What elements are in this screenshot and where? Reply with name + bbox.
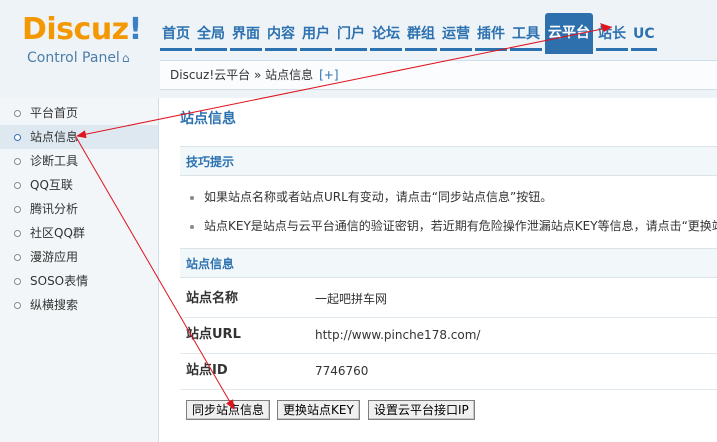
- info-label: 站点URL: [186, 327, 241, 342]
- bullet-icon: [190, 224, 194, 229]
- logo-text: Discuz: [22, 12, 129, 47]
- sidebar-item-label: 站点信息: [30, 130, 79, 144]
- sidebar-item-label: SOSO表情: [30, 274, 89, 288]
- site-info-header: 站点信息: [180, 248, 717, 278]
- info-label: 站点ID: [186, 363, 228, 378]
- nav-forum[interactable]: 论坛: [370, 21, 402, 51]
- nav-user[interactable]: 用户: [300, 21, 332, 51]
- nav-plugin[interactable]: 插件: [475, 21, 507, 51]
- bullet-icon: [14, 302, 21, 309]
- tips-header: 技巧提示: [180, 146, 717, 176]
- bullet-icon: [14, 278, 21, 285]
- info-value: http://www.pinche178.com/: [315, 328, 481, 342]
- set-api-ip-button[interactable]: 设置云平台接口IP: [368, 400, 475, 420]
- sidebar-item-label: QQ互联: [30, 178, 73, 192]
- logo[interactable]: Discuz!: [22, 12, 142, 47]
- sidebar-item-label: 漫游应用: [30, 250, 79, 264]
- tip-text: 站点KEY是站点与云平台通信的验证密钥，若近期有危险操作泄漏站点KEY等信息，请…: [204, 219, 717, 233]
- sidebar-item-label: 社区QQ群: [30, 226, 85, 240]
- bullet-icon: [14, 110, 21, 117]
- info-label: 站点名称: [186, 291, 239, 306]
- breadcrumb: Discuz!云平台 » 站点信息 [+]: [170, 61, 339, 89]
- nav-operation[interactable]: 运营: [440, 21, 472, 51]
- sidebar: 平台首页 站点信息 诊断工具 QQ互联 腾讯分析 社区QQ群 漫游应用 SOSO…: [0, 98, 159, 442]
- nav-webmaster[interactable]: 站长: [596, 21, 628, 51]
- bullet-icon: [14, 158, 21, 165]
- nav-content[interactable]: 内容: [265, 21, 297, 51]
- nav-uc[interactable]: UC: [631, 21, 657, 51]
- sidebar-item-label: 纵横搜索: [30, 298, 79, 312]
- sidebar-item-label: 诊断工具: [30, 154, 79, 168]
- sidebar-item-soso-emoticons[interactable]: SOSO表情: [0, 269, 158, 293]
- bullet-icon: [14, 206, 21, 213]
- breadcrumb-text: Discuz!云平台 » 站点信息: [170, 68, 314, 82]
- top-nav: 首页 全局 界面 内容 用户 门户 论坛 群组 运营 插件 工具 云平台 站长 …: [160, 13, 660, 54]
- tip-item: 站点KEY是站点与云平台通信的验证密钥，若近期有危险操作泄漏站点KEY等信息，请…: [190, 217, 717, 234]
- nav-group[interactable]: 群组: [405, 21, 437, 51]
- bullet-icon: [14, 230, 21, 237]
- add-shortcut-link[interactable]: [+]: [319, 68, 338, 82]
- info-value: 一起吧拼车网: [315, 292, 388, 306]
- sidebar-item-label: 平台首页: [30, 106, 79, 120]
- nav-style[interactable]: 界面: [230, 21, 262, 51]
- tip-text: 如果站点名称或者站点URL有变动，请点击“同步站点信息”按钮。: [204, 190, 553, 204]
- sync-site-info-button[interactable]: 同步站点信息: [186, 400, 271, 420]
- page-title: 站点信息: [180, 111, 236, 127]
- bullet-icon: [14, 254, 21, 261]
- bullet-icon: [14, 182, 21, 189]
- change-site-key-button[interactable]: 更换站点KEY: [277, 400, 360, 420]
- sidebar-item-zongheng-search[interactable]: 纵横搜索: [0, 293, 158, 317]
- info-row-site-id: 站点ID 7746760: [180, 353, 717, 390]
- nav-home[interactable]: 首页: [160, 21, 192, 51]
- bullet-icon: [190, 195, 194, 200]
- sidebar-item-community-qq-group[interactable]: 社区QQ群: [0, 221, 158, 245]
- sidebar-item-label: 腾讯分析: [30, 202, 79, 216]
- info-row-site-name: 站点名称 一起吧拼车网: [180, 281, 717, 318]
- nav-global[interactable]: 全局: [195, 21, 227, 51]
- nav-tools[interactable]: 工具: [510, 21, 542, 51]
- sidebar-item-site-info[interactable]: 站点信息: [0, 125, 158, 149]
- sidebar-item-tencent-analytics[interactable]: 腾讯分析: [0, 197, 158, 221]
- bullet-icon: [14, 134, 21, 141]
- logo-subtitle-text: Control Panel: [27, 50, 120, 66]
- breadcrumb-bar: Discuz!云平台 » 站点信息 [+]: [160, 60, 717, 90]
- nav-cloud[interactable]: 云平台: [545, 13, 593, 54]
- header: Discuz! Control Panel ⌂ 首页 全局 界面 内容 用户 门户…: [0, 0, 717, 98]
- logo-subtitle: Control Panel ⌂: [27, 50, 129, 66]
- home-icon[interactable]: ⌂: [122, 51, 130, 65]
- sidebar-item-manyou-apps[interactable]: 漫游应用: [0, 245, 158, 269]
- sidebar-item-platform-home[interactable]: 平台首页: [0, 101, 158, 125]
- sidebar-item-diagnostics[interactable]: 诊断工具: [0, 149, 158, 173]
- logo-bang: !: [128, 12, 143, 47]
- nav-portal[interactable]: 门户: [335, 21, 367, 51]
- info-value: 7746760: [315, 364, 369, 378]
- tip-item: 如果站点名称或者站点URL有变动，请点击“同步站点信息”按钮。: [190, 188, 717, 205]
- info-row-site-url: 站点URL http://www.pinche178.com/: [180, 317, 717, 354]
- sidebar-item-qq-connect[interactable]: QQ互联: [0, 173, 158, 197]
